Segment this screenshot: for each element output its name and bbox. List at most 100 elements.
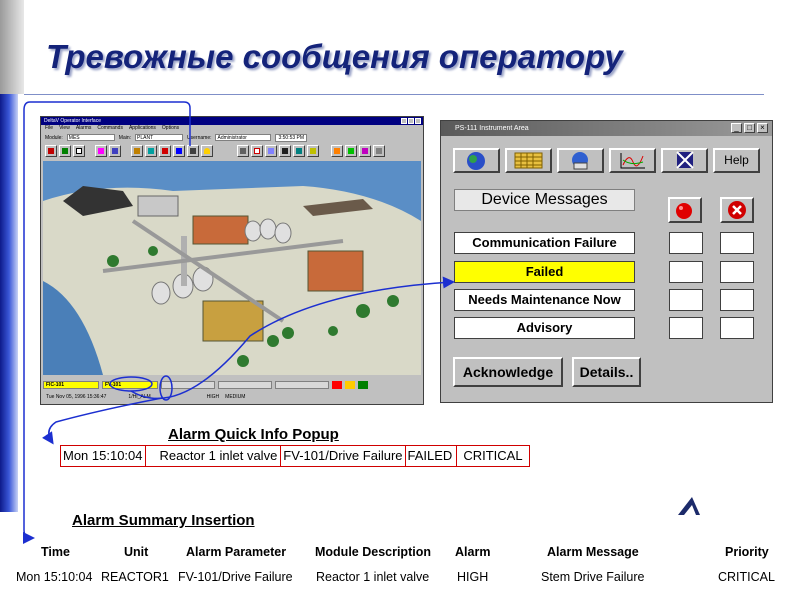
operator-interface-window: DeltaV Operator Interface File View Alar… (40, 116, 424, 405)
network-icon (676, 151, 694, 169)
trend-chart-icon (620, 153, 645, 169)
menu-commands[interactable]: Commands (97, 125, 123, 132)
summary-cell-message: Stem Drive Failure (541, 570, 645, 584)
summary-cell-time: Mon 15:10:04 (16, 570, 93, 584)
tool-button-2[interactable] (59, 145, 71, 157)
operator-window-titlebar: DeltaV Operator Interface (41, 117, 423, 125)
message-advisory[interactable]: Advisory (454, 317, 635, 339)
quick-info-popup: Mon 15:10:04 Reactor 1 inlet valve FV-10… (60, 445, 530, 467)
alarm-banner-slot-1[interactable] (161, 380, 215, 389)
checkbox-comm-failure-2[interactable] (720, 232, 754, 254)
main-select[interactable]: PLANT (135, 134, 184, 141)
operator-menubar: File View Alarms Commands Applications O… (41, 125, 423, 132)
tool-button-8[interactable] (159, 145, 171, 157)
tool-button-17[interactable] (307, 145, 319, 157)
tool-button-9[interactable] (173, 145, 185, 157)
tool-button-14[interactable] (265, 145, 277, 157)
trend-button[interactable] (609, 148, 656, 173)
quick-info-time: Mon 15:10:04 (61, 446, 146, 466)
close-button[interactable]: × (757, 123, 768, 133)
message-failed[interactable]: Failed (454, 261, 635, 283)
record-button[interactable] (668, 197, 702, 223)
tool-button-10[interactable] (187, 145, 199, 157)
checkbox-advisory-2[interactable] (720, 317, 754, 339)
details-button[interactable]: Details.. (572, 357, 641, 387)
network-button[interactable] (661, 148, 708, 173)
checkbox-maintenance-2[interactable] (720, 289, 754, 311)
summary-cell-priority: CRITICAL (718, 570, 775, 584)
maximize-button[interactable] (408, 118, 414, 124)
summary-cell-unit: REACTOR1 (101, 570, 169, 584)
tool-button-16[interactable] (293, 145, 305, 157)
tool-button-20[interactable] (359, 145, 371, 157)
tool-button-18[interactable] (331, 145, 343, 157)
alarm-banner-tag-2[interactable]: FV-101 (102, 380, 158, 389)
alarm-indicator-icon-2[interactable] (345, 380, 355, 389)
alarm-banner-slot-3[interactable] (275, 380, 329, 389)
module-select[interactable]: MES (66, 134, 115, 141)
quick-info-priority: CRITICAL (463, 448, 523, 463)
title-underline (24, 94, 764, 95)
plant-overview-graphic[interactable] (43, 161, 421, 375)
alarm-banner-tag-1[interactable]: FIC-101 (43, 380, 99, 389)
message-needs-maintenance[interactable]: Needs Maintenance Now (454, 289, 635, 311)
checkbox-advisory-1[interactable] (669, 317, 703, 339)
menu-applications[interactable]: Applications (129, 125, 156, 132)
minimize-button[interactable] (401, 118, 407, 124)
minimize-button[interactable]: _ (731, 123, 742, 133)
tool-button-4[interactable] (95, 145, 107, 157)
instrument-button[interactable] (557, 148, 604, 173)
tool-button-19[interactable] (345, 145, 357, 157)
instrument-window-title: PS-111 Instrument Area (455, 125, 529, 132)
ams-button[interactable] (453, 148, 500, 173)
menu-view[interactable]: View (59, 125, 70, 132)
summary-cell-alarm: HIGH (457, 570, 489, 584)
checkbox-failed-1[interactable] (669, 261, 703, 283)
status-bar: Tue Nov 05, 1996 15:36:47 1/HI_ALM HIGH … (43, 392, 421, 402)
grid-button[interactable] (505, 148, 552, 173)
tool-button-1[interactable] (45, 145, 57, 157)
close-button[interactable] (415, 118, 421, 124)
tool-button-6[interactable] (131, 145, 143, 157)
cancel-button[interactable] (720, 197, 754, 223)
maximize-button[interactable]: □ (744, 123, 755, 133)
instrument-area-window: PS-111 Instrument Area _ □ × Help Device… (440, 120, 773, 403)
menu-options[interactable]: Options (162, 125, 179, 132)
status-priority: MEDIUM (225, 394, 246, 400)
alarm-banner-slot-2[interactable] (218, 380, 272, 389)
land-area (43, 186, 421, 375)
summary-header-message: Alarm Message (547, 545, 639, 559)
slide-decor-grey (0, 0, 24, 94)
checkbox-comm-failure-1[interactable] (669, 232, 703, 254)
summary-header-parameter: Alarm Parameter (186, 545, 287, 559)
tool-button-12[interactable] (237, 145, 249, 157)
company-logo (678, 497, 700, 515)
tool-button-21[interactable] (373, 145, 385, 157)
tool-button-3[interactable] (73, 145, 85, 157)
menu-alarms[interactable]: Alarms (76, 125, 92, 132)
menu-file[interactable]: File (45, 125, 53, 132)
alarm-bell-icon[interactable] (201, 145, 213, 157)
message-communication-failure[interactable]: Communication Failure (454, 232, 635, 254)
slide-title: Тревожные сообщения оператору (46, 38, 623, 75)
summary-header-unit: Unit (124, 545, 149, 559)
slide-decor-blue (0, 94, 18, 512)
red-ball-icon (676, 203, 692, 219)
alarm-indicator-icon[interactable] (332, 380, 342, 389)
main-label: Main: (118, 134, 132, 141)
tool-button-15[interactable] (279, 145, 291, 157)
checkbox-maintenance-1[interactable] (669, 289, 703, 311)
summary-header-alarm: Alarm (455, 545, 491, 559)
tool-button-5[interactable] (109, 145, 121, 157)
tool-button-13[interactable] (251, 145, 263, 157)
instrument-gauge-icon (572, 152, 588, 170)
quick-info-state: FAILED (406, 446, 458, 466)
checkbox-failed-2[interactable] (720, 261, 754, 283)
tool-button-7[interactable] (145, 145, 157, 157)
building-red-factory (307, 250, 364, 292)
alarm-indicator-icon-3[interactable] (358, 380, 368, 389)
acknowledge-button[interactable]: Acknowledge (453, 357, 563, 387)
username-field[interactable]: Administrator (215, 134, 272, 141)
help-button[interactable]: Help (713, 148, 760, 173)
status-date: Tue Nov 05, 1996 15:36:47 (46, 394, 107, 400)
